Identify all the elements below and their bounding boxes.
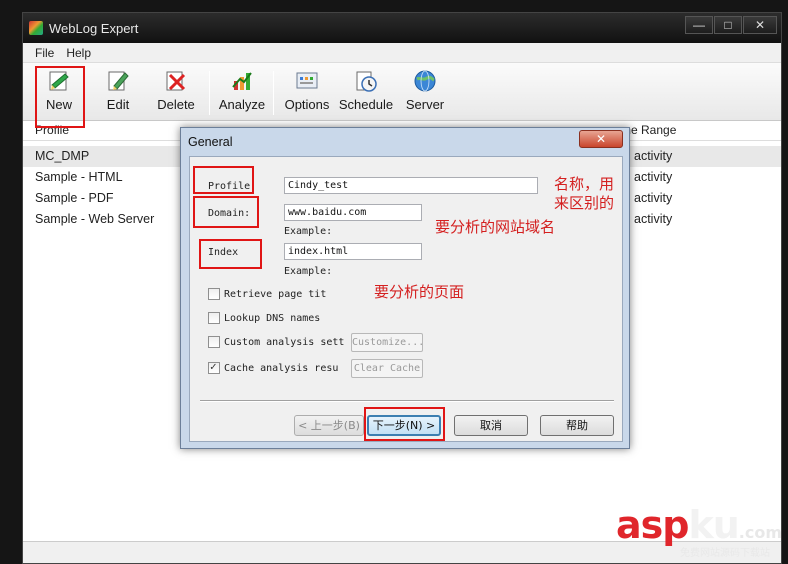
- globe-icon: [413, 69, 437, 93]
- edit-button[interactable]: Edit: [101, 69, 135, 117]
- cache-results-checkbox[interactable]: [208, 360, 220, 374]
- lookup-dns-label: Lookup DNS names: [224, 313, 321, 324]
- analyze-icon: [230, 69, 254, 93]
- annotation-note-name: 名称，用 来区别的: [554, 175, 614, 213]
- watermark-logo: aspku.com 免费网站源码下载站: [616, 503, 783, 559]
- row-range: activity: [634, 149, 673, 163]
- window-close-button[interactable]: ✕: [743, 16, 777, 34]
- options-label: Options: [284, 97, 330, 112]
- row-name: Sample - HTML: [35, 170, 123, 184]
- annotation-note-domain: 要分析的网站域名: [435, 218, 556, 236]
- row-name: Sample - Web Server: [35, 212, 155, 226]
- row-range: activity: [634, 170, 673, 184]
- annotation-box-next: [364, 407, 445, 441]
- server-button[interactable]: Server: [403, 69, 447, 117]
- annotation-box-profile: [193, 166, 254, 194]
- menu-file[interactable]: File: [35, 46, 54, 60]
- custom-settings-label: Custom analysis sett: [224, 337, 345, 348]
- index-input[interactable]: index.html: [284, 243, 422, 260]
- dialog-divider: [200, 400, 614, 402]
- options-button[interactable]: Options: [281, 69, 333, 117]
- domain-input[interactable]: www.baidu.com: [284, 204, 422, 221]
- row-name: MC_DMP: [35, 149, 90, 163]
- annotation-note-page: 要分析的页面: [374, 283, 465, 301]
- schedule-label: Schedule: [338, 97, 394, 112]
- watermark-subtitle: 免费网站源码下载站: [680, 548, 770, 559]
- watermark-text-c: .com: [738, 523, 783, 542]
- index-example: Example:: [284, 266, 333, 277]
- annotation-box-index: [199, 239, 262, 269]
- watermark-text-a: asp: [616, 503, 689, 547]
- toolbar: New Edit Delete Analyze Options Schedule…: [23, 63, 781, 121]
- annotation-note-name-line1: 名称，用: [554, 175, 615, 193]
- profile-input[interactable]: Cindy_test: [284, 177, 538, 194]
- maximize-button[interactable]: □: [714, 16, 742, 34]
- lookup-dns-checkbox[interactable]: [208, 312, 220, 324]
- back-button[interactable]: < 上一步(B): [294, 415, 364, 436]
- custom-settings-checkbox[interactable]: [208, 336, 220, 348]
- app-icon: [29, 21, 43, 35]
- menu-help[interactable]: Help: [66, 46, 91, 60]
- help-button[interactable]: 帮助: [540, 415, 614, 436]
- annotation-box-domain: [193, 196, 259, 228]
- annotation-box-new: [35, 66, 85, 128]
- row-name: Sample - PDF: [35, 191, 114, 205]
- toolbar-separator: [273, 71, 274, 115]
- minimize-button[interactable]: —: [685, 16, 713, 34]
- clear-cache-button[interactable]: Clear Cache: [351, 359, 423, 378]
- toolbar-separator: [209, 71, 210, 115]
- retrieve-title-label: Retrieve page tit: [224, 289, 327, 300]
- cache-results-label: Cache analysis resu: [224, 363, 339, 374]
- delete-icon: [164, 69, 188, 93]
- title-bar: WebLog Expert — □ ✕: [23, 13, 781, 43]
- schedule-icon: [354, 69, 378, 93]
- edit-label: Edit: [106, 97, 130, 112]
- analyze-label: Analyze: [218, 97, 266, 112]
- server-label: Server: [405, 97, 445, 112]
- window-title: WebLog Expert: [49, 20, 139, 36]
- options-icon: [295, 69, 319, 93]
- delete-button[interactable]: Delete: [153, 69, 199, 117]
- customize-button[interactable]: Customize...: [351, 333, 424, 352]
- analyze-button[interactable]: Analyze: [217, 69, 267, 117]
- domain-example: Example:: [284, 226, 333, 237]
- dialog-title: General: [188, 135, 233, 149]
- screenshot: WebLog Expert — □ ✕ File Help New Edit D…: [0, 0, 788, 564]
- row-range: activity: [634, 212, 673, 226]
- delete-label: Delete: [157, 97, 195, 112]
- retrieve-title-checkbox[interactable]: [208, 288, 220, 300]
- row-range: activity: [634, 191, 673, 205]
- schedule-button[interactable]: Schedule: [337, 69, 395, 117]
- cancel-button[interactable]: 取消: [454, 415, 528, 436]
- watermark-text-b: ku: [688, 503, 739, 547]
- annotation-note-name-line2: 来区别的: [554, 194, 615, 212]
- dialog-close-button[interactable]: ✕: [579, 130, 623, 148]
- edit-icon: [106, 69, 130, 93]
- menu-bar: File Help: [23, 43, 781, 63]
